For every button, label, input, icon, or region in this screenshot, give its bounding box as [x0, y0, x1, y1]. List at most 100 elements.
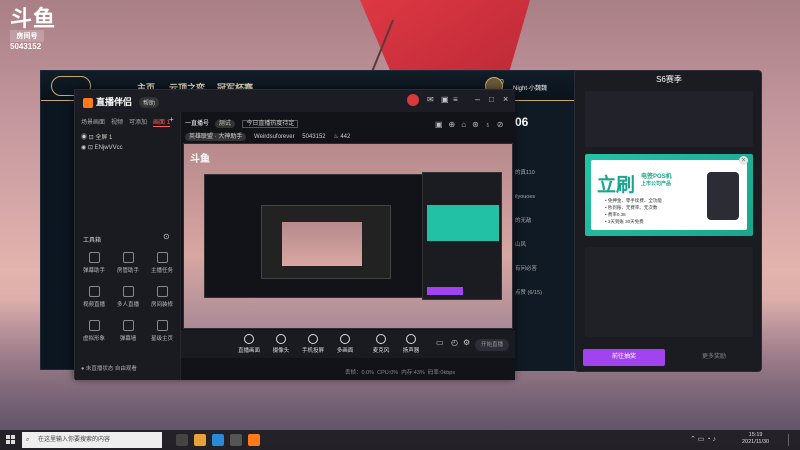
draw-button[interactable]: 前往抽奖 [583, 349, 665, 366]
settings-icon[interactable]: ⊙ [163, 232, 170, 241]
decor-icon [156, 286, 168, 297]
windows-start-icon[interactable] [6, 435, 16, 445]
screen-capture-button[interactable]: 直播画面 [237, 334, 261, 354]
footer-text: 未直播状态 自由观看 [85, 366, 137, 372]
tool-danmu-wall[interactable]: 弹幕墙 [113, 320, 143, 342]
help-badge[interactable]: 帮助 [139, 97, 160, 108]
add-scene-icon[interactable]: + [169, 115, 174, 124]
scene-item[interactable]: ◉ ⊡ 全屏 1 [81, 132, 112, 141]
s6-header-card [585, 91, 753, 147]
speaker-button[interactable]: 扬声器 [399, 334, 423, 354]
room-note[interactable]: 今日直播热度待定 [242, 120, 299, 128]
close-icon[interactable]: × [739, 156, 748, 165]
tool-tasks[interactable]: 主播任务 [147, 252, 177, 274]
scene-label: 全屏 1 [95, 135, 113, 141]
tool-label: 房管助手 [116, 268, 139, 274]
ad-point: • 秒到账、无费率、无次数 [605, 205, 658, 210]
list-item: 点赞 (6/15) [515, 290, 542, 296]
bottom-label: 多画面 [336, 348, 354, 354]
douyu-subtitle: 房间号 [10, 30, 44, 42]
close-icon[interactable]: × [503, 94, 508, 104]
list-item: 有问必答 [515, 266, 538, 272]
tool-star-home[interactable]: 星级主页 [147, 320, 177, 342]
mail-icon[interactable]: ✉ [427, 95, 434, 104]
s6-title: S6赛季 [656, 75, 682, 84]
tool-label: 弹幕助手 [82, 268, 105, 274]
camera-button[interactable]: 摄像头 [269, 334, 293, 354]
live-status-footer: ● 未直播状态 自由观看 [81, 366, 137, 372]
tool-video-live[interactable]: 视频直播 [79, 286, 109, 308]
tools-title: 工具箱 [83, 238, 102, 244]
ad-point: • 费率0.38 [605, 212, 626, 217]
douyu-watermark: 斗鱼 房间号 5043152 [10, 8, 56, 51]
maximize-icon[interactable]: □ [489, 95, 494, 104]
app-icon[interactable] [230, 434, 242, 446]
tool-danmu-helper[interactable]: 弹幕助手 [79, 252, 109, 274]
bottom-label: 扬声器 [402, 348, 420, 354]
gear-icon[interactable]: ⚙ [463, 338, 470, 347]
network-icon[interactable]: ⌃ ▭ ◔ ♪ [690, 435, 716, 443]
timer-icon[interactable]: ◴ [451, 338, 458, 347]
menu-icon[interactable]: ≡ [453, 95, 458, 104]
gift-icon[interactable]: ▣ [441, 95, 449, 104]
viewer-count: ♨ 442 [333, 134, 351, 140]
tool-admin-helper[interactable]: 房管助手 [113, 252, 143, 274]
room-info: 一直播号 测试 今日直播热度待定 英雄联盟 · 大神助手 Weirdsufore… [185, 118, 351, 141]
avatar[interactable] [407, 94, 419, 106]
phone-cast-button[interactable]: 手机投屏 [301, 334, 325, 354]
ad-point: • 3天到账 30天免费 [605, 219, 644, 224]
more-rewards-button[interactable]: 更多奖励 [673, 349, 755, 366]
app-name: 直播伴侣 [96, 97, 133, 107]
tool-room-decor[interactable]: 房间装修 [147, 286, 177, 308]
scene-label: ENjwVVcc [94, 145, 123, 151]
room-title[interactable]: 一直播号 [185, 121, 209, 127]
stat-cpu: CPU:0% [377, 370, 399, 376]
ad-point: • 免押金、零手续费、全功能 [605, 198, 662, 203]
tab-addable[interactable]: 可添加 [129, 120, 147, 126]
browser-icon[interactable] [212, 434, 224, 446]
windows-taskbar: ⌕ 在这里输入你要搜索的内容 ⌃ ▭ ◔ ♪ 15:19 2021/11/30 [0, 430, 800, 450]
douyu-brand: 斗鱼 [10, 6, 57, 31]
taskbar-clock[interactable]: 15:19 2021/11/30 [742, 432, 769, 446]
danmu-icon [88, 252, 100, 263]
tool-avatar[interactable]: 虚拟形象 [79, 320, 109, 342]
record-icon[interactable]: ▭ [436, 338, 444, 347]
s6-panel: S6赛季 立刷 电签POS机 上市公司产品 • 免押金、零手续费、全功能 • 秒… [574, 70, 762, 372]
tool-label: 弹幕墙 [119, 336, 137, 342]
preview-toolbar-icons[interactable]: ▣⊕⌂⊛♁⊘ [435, 120, 510, 129]
nested-ad [427, 205, 499, 241]
ad-line2: 上市公司产品 [641, 181, 672, 187]
broadcaster-taskbar-icon[interactable] [248, 434, 260, 446]
stream-preview: 斗鱼 [183, 143, 513, 329]
room-tag[interactable]: 测试 [214, 120, 235, 128]
search-icon: ⌕ [26, 437, 30, 443]
file-explorer-icon[interactable] [194, 434, 206, 446]
preview-watermark: 斗鱼 [190, 154, 210, 165]
category-badge[interactable]: 英雄联盟 · 大神助手 [185, 133, 247, 141]
show-desktop-button[interactable] [788, 434, 796, 446]
ad-banner[interactable]: 立刷 电签POS机 上市公司产品 • 免押金、零手续费、全功能 • 秒到账、无费… [585, 154, 753, 236]
task-icon [156, 252, 168, 263]
scene-item[interactable]: ◉ ⊡ ENjwVVcc [81, 144, 123, 151]
eye-icon[interactable]: ◉ ⊡ [81, 135, 95, 141]
multi-user-icon [122, 286, 134, 297]
tab-video[interactable]: 视频 [111, 120, 123, 126]
layers-icon [340, 334, 350, 344]
bottom-label: 麦克风 [372, 348, 390, 354]
tab-scene[interactable]: 场景画面 [81, 120, 105, 126]
taskbar-search-input[interactable]: ⌕ 在这里输入你要搜索的内容 [22, 432, 162, 448]
pos-device-image [707, 172, 739, 220]
eye-icon[interactable]: ◉ ⊡ [81, 145, 95, 151]
tool-multi-live[interactable]: 多人直播 [113, 286, 143, 308]
tool-label: 星级主页 [150, 336, 173, 342]
search-placeholder: 在这里输入你要搜索的内容 [38, 437, 111, 443]
nested-app-capture [204, 174, 424, 298]
multi-screen-button[interactable]: 多画面 [333, 334, 357, 354]
minimize-icon[interactable]: – [475, 94, 480, 104]
tab-screen-1[interactable]: 画面 1 [153, 120, 171, 127]
game-side-number: 06 [515, 115, 529, 129]
game-username: Night·小魏魏 [513, 86, 548, 92]
microphone-button[interactable]: 麦克风 [369, 334, 393, 354]
start-live-button[interactable]: 开始直播 [475, 339, 509, 351]
task-view-icon[interactable] [176, 434, 188, 446]
